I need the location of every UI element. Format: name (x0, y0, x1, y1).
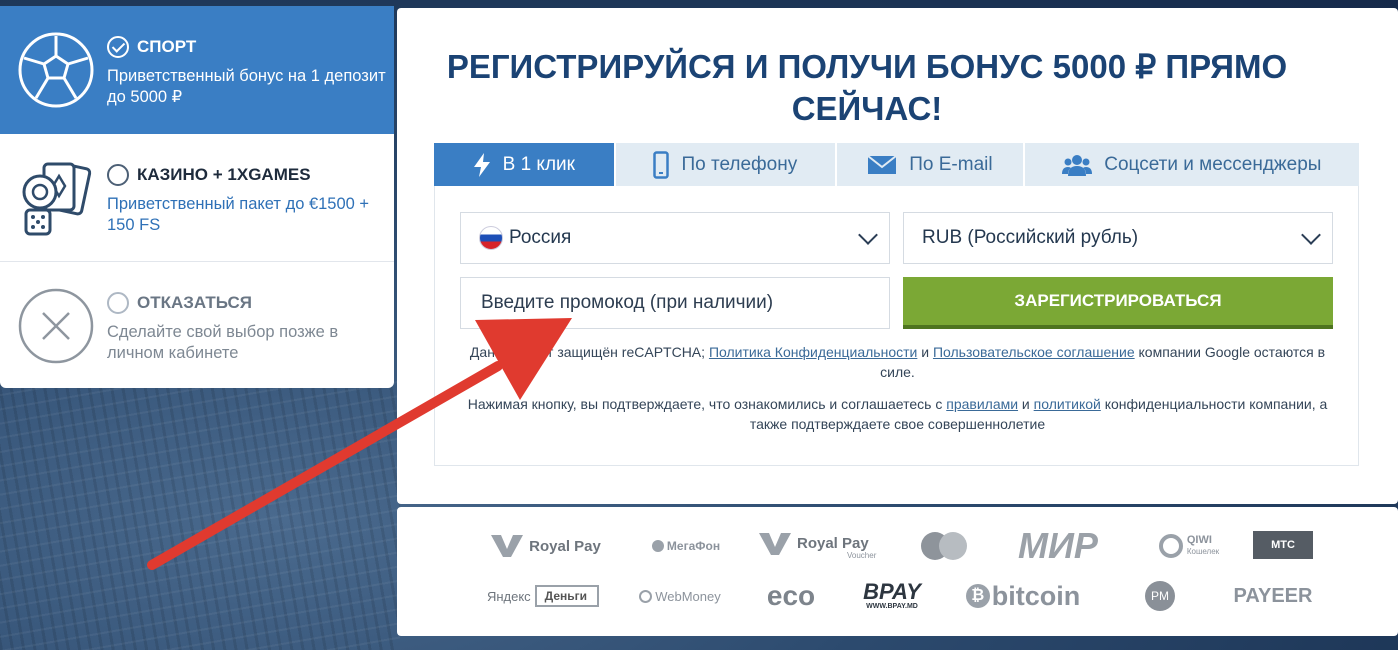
tab-one-click-label: В 1 клик (502, 153, 575, 175)
recaptcha-text: Данный сайт защищён reCAPTCHA; (469, 344, 709, 360)
envelope-icon (867, 154, 897, 174)
qiwi-icon (1158, 534, 1183, 558)
users-icon (1062, 154, 1093, 176)
mts-text: МТС (1271, 539, 1295, 551)
mastercard-circle-right (939, 532, 967, 560)
qiwi-logo: QIWI Кошелек (1149, 531, 1229, 561)
tab-email-label: По E-mail (909, 153, 993, 175)
privacy-policy-link[interactable]: Политика Конфиденциальности (709, 344, 917, 360)
bonus-option-casino[interactable]: КАЗИНО + 1XGAMES Приветственный пакет до… (0, 134, 394, 262)
dengi-text: Деньги (534, 585, 600, 607)
stadium-background (0, 380, 400, 650)
rules-link[interactable]: правилами (946, 396, 1018, 412)
chevron-down-icon (1301, 225, 1321, 245)
voucher-text: Voucher (847, 550, 877, 560)
lightning-icon (473, 152, 490, 177)
yandex-text: Яндекс (486, 588, 531, 604)
royal-pay-voucher-logo: Royal Pay Voucher (759, 531, 889, 561)
mastercard-logo (919, 531, 969, 561)
refuse-title: ОТКАЗАТЬСЯ (137, 293, 253, 312)
casino-desc: Приветственный пакет до €1500 + 150 FS (107, 195, 370, 234)
recaptcha-notice: Данный сайт защищён reCAPTCHA; Политика … (455, 342, 1340, 382)
chevron-down-icon (858, 225, 878, 245)
casino-chips-cards-icon (22, 162, 92, 236)
country-select[interactable]: Россия (460, 212, 890, 264)
bitcoin-icon: ₿ (965, 584, 990, 608)
cross-circle-icon (18, 288, 94, 364)
tab-phone[interactable]: По телефону (615, 143, 836, 186)
currency-value: RUB (Российский рубль) (922, 227, 1139, 248)
sport-title: СПОРТ (137, 37, 197, 56)
terms-text: Нажимая кнопку, вы подтверждаете, что оз… (467, 396, 947, 412)
mir-logo: МИР (1018, 525, 1098, 566)
russia-flag-icon (479, 226, 503, 250)
sport-radio-checked[interactable] (107, 36, 129, 58)
sport-desc: Приветственный бонус на 1 депозит до 500… (107, 67, 386, 106)
webmoney-text: WebMoney (655, 588, 721, 604)
casino-radio[interactable] (107, 164, 129, 186)
phone-icon (653, 150, 670, 179)
tab-email[interactable]: По E-mail (837, 143, 1023, 186)
and-text: и (917, 344, 933, 360)
country-value: Россия (509, 227, 572, 248)
perfect-money-logo: PM (1145, 581, 1175, 611)
refuse-radio[interactable] (107, 292, 129, 314)
promo-code-input[interactable] (460, 277, 890, 329)
bitcoin-text: bitcoin (991, 580, 1081, 611)
page-title: РЕГИСТРИРУЙСЯ И ПОЛУЧИ БОНУС 5000 ₽ ПРЯМ… (446, 48, 1288, 127)
refuse-desc: Сделайте свой выбор позже в личном кабин… (107, 323, 339, 362)
registration-card: РЕГИСТРИРУЙСЯ И ПОЛУЧИ БОНУС 5000 ₽ ПРЯМ… (397, 8, 1398, 504)
webmoney-logo: WebMoney (637, 581, 723, 611)
bonus-option-refuse[interactable]: ОТКАЗАТЬСЯ Сделайте свой выбор позже в л… (0, 262, 394, 388)
bpay-sub-text: WWW.BPAY.MD (866, 603, 918, 610)
policy-link[interactable]: политикой (1034, 396, 1101, 412)
royal-pay-text: Royal Pay (797, 535, 869, 552)
royal-pay-icon (759, 532, 791, 555)
soccer-ball-icon (18, 32, 94, 108)
tab-social-label: Соцсети и мессенджеры (1104, 153, 1322, 175)
megafon-text: МегаФон (666, 539, 721, 553)
terms-notice: Нажимая кнопку, вы подтверждаете, что оз… (455, 394, 1340, 434)
webmoney-icon (639, 589, 653, 603)
qiwi-sub-text: Кошелек (1186, 547, 1220, 556)
megafon-logo: МегаФон (641, 531, 731, 561)
tab-social[interactable]: Соцсети и мессенджеры (1024, 143, 1359, 186)
casino-title: КАЗИНО + 1XGAMES (137, 165, 311, 184)
megafon-icon (651, 540, 664, 552)
royal-pay-text: Royal Pay (529, 537, 601, 555)
eco-logo: eco (766, 580, 816, 611)
registration-form: Россия RUB (Российский рубль) ЗАРЕГИСТРИ… (434, 186, 1359, 466)
payment-methods: Royal Pay МегаФон Royal Pay Voucher МИР … (397, 507, 1398, 636)
registration-tabs: В 1 клик По телефону По E-mail Соцсети и… (434, 143, 1359, 186)
bpay-logo: BPAY WWW.BPAY.MD (861, 581, 923, 611)
mts-logo: МТС (1253, 531, 1313, 559)
register-button[interactable]: ЗАРЕГИСТРИРОВАТЬСЯ (903, 277, 1333, 329)
bonus-selector: СПОРТ Приветственный бонус на 1 депозит … (0, 6, 394, 388)
bpay-text: BPAY (863, 579, 921, 604)
bitcoin-logo: ₿ bitcoin (959, 581, 1087, 611)
royal-pay-logo: Royal Pay (481, 531, 611, 561)
currency-select[interactable]: RUB (Российский рубль) (903, 212, 1333, 264)
royal-pay-icon (491, 535, 524, 557)
qiwi-text: QIWI Кошелек (1186, 534, 1220, 556)
tab-one-click[interactable]: В 1 клик (434, 143, 614, 186)
payeer-logo: PAYEER (1233, 584, 1313, 607)
and-text: и (1018, 396, 1034, 412)
tab-phone-label: По телефону (681, 153, 798, 175)
bonus-option-sport[interactable]: СПОРТ Приветственный бонус на 1 депозит … (0, 6, 394, 134)
yandex-money-logo: Яндекс Деньги (481, 581, 605, 611)
user-agreement-link[interactable]: Пользовательское соглашение (933, 344, 1135, 360)
